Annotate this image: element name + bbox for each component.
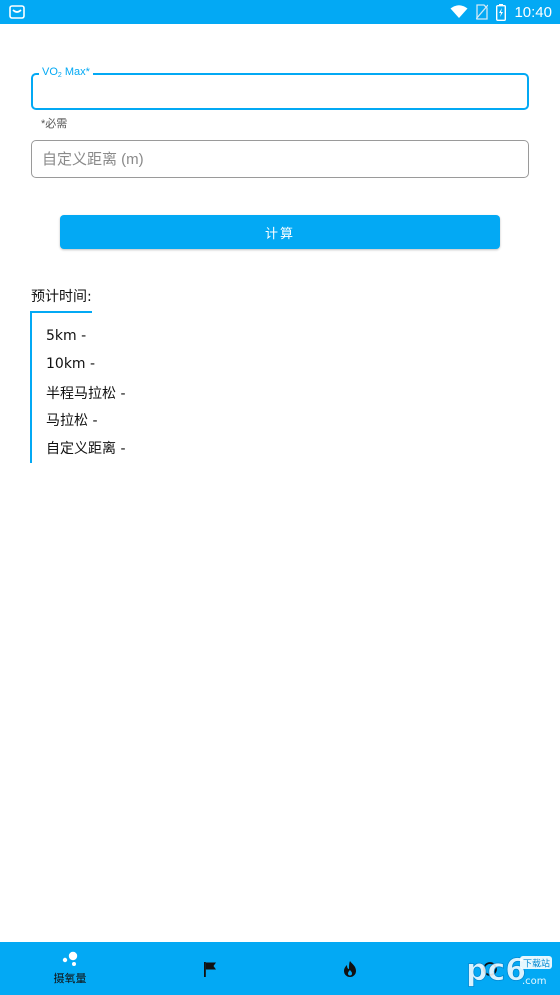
battery-charging-icon (496, 3, 507, 21)
shopping-bag-icon (9, 5, 25, 19)
svg-text:下载站: 下载站 (523, 958, 550, 970)
nav-tab-flag[interactable] (190, 942, 230, 995)
result-5km: 5km - (46, 328, 87, 344)
vo2max-helper-text: *必需 (41, 118, 68, 130)
nav-tab-vo2-label: 摄氧量 (53, 972, 87, 985)
custom-distance-input[interactable] (32, 141, 528, 177)
vo2max-field[interactable]: VO2 Max* (31, 66, 529, 110)
wifi-icon (450, 5, 468, 18)
result-custom-distance: 自定义距离 - (46, 441, 126, 457)
custom-distance-field[interactable] (31, 140, 529, 178)
result-half-marathon: 半程马拉松 - (46, 386, 126, 402)
vo2max-label: VO2 Max* (39, 66, 93, 79)
status-time: 10:40 (514, 3, 552, 21)
svg-text:pc6: pc6 (466, 953, 526, 988)
flag-icon (204, 961, 216, 977)
status-bar: 10:40 (0, 0, 560, 24)
estimated-time-title: 预计时间: (31, 289, 92, 305)
flame-icon (344, 960, 356, 977)
pc6-watermark-logo: pc6 下载站 .com (466, 953, 552, 988)
vo2max-input[interactable] (33, 75, 527, 108)
calculate-button[interactable]: 计算 (60, 215, 500, 249)
results-panel: 5km - 10km - 半程马拉松 - 马拉松 - 自定义距离 - (30, 311, 230, 463)
svg-text:.com: .com (522, 976, 547, 987)
nav-tab-vo2[interactable]: 摄氧量 (40, 942, 100, 995)
nav-tab-flame[interactable] (330, 942, 370, 995)
result-marathon: 马拉松 - (46, 413, 98, 429)
no-sim-icon (476, 4, 489, 20)
molecule-icon (62, 951, 78, 966)
result-10km: 10km - (46, 356, 96, 372)
